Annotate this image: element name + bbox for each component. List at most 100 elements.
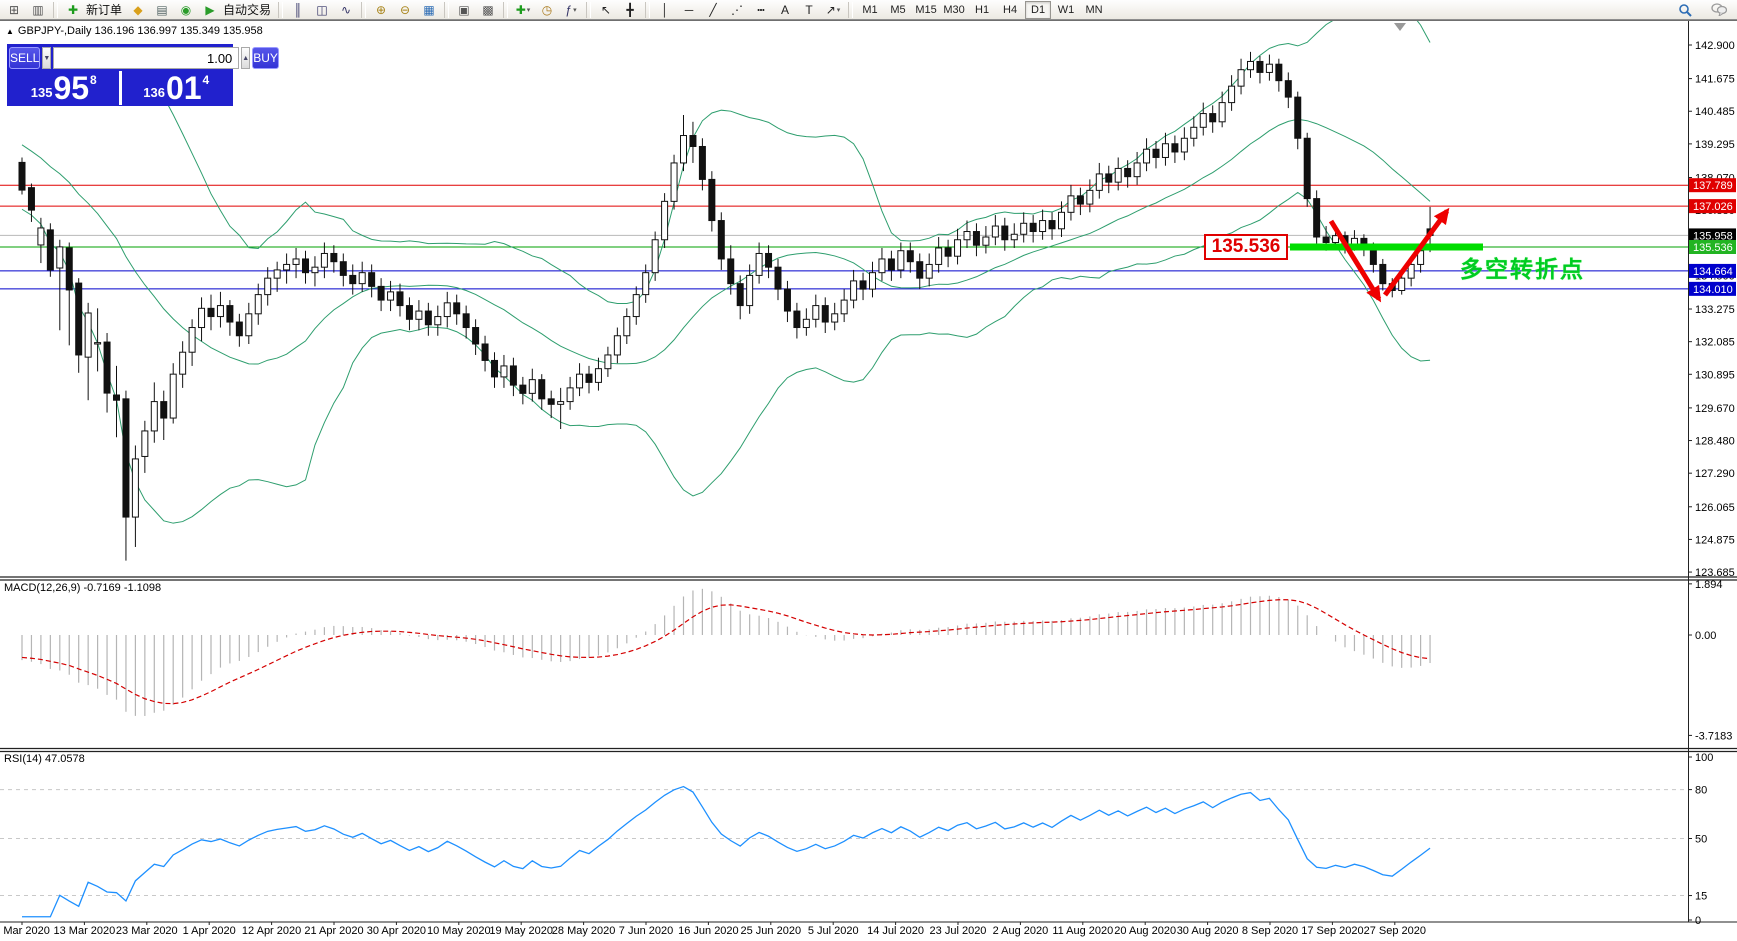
sell-button[interactable]: SELL (9, 47, 41, 69)
buy-price-prefix: 136 (143, 85, 165, 100)
profiles-button[interactable]: ▥ (26, 0, 50, 20)
buy-price[interactable]: 136 01 4 (121, 71, 231, 105)
svg-text:128.480: 128.480 (1695, 436, 1735, 448)
svg-text:11 Aug 2020: 11 Aug 2020 (1052, 925, 1113, 937)
strategy-tester-button[interactable]: ▤ (150, 0, 174, 20)
sell-price-prefix: 135 (30, 85, 53, 100)
svg-text:140.485: 140.485 (1695, 106, 1735, 118)
chart-canvas[interactable]: 142.900141.675140.485139.295138.070136.8… (0, 0, 1737, 941)
zoom-in-icon: ⊕ (376, 2, 387, 17)
line-chart-button[interactable]: ∿ (334, 0, 358, 20)
auto-trading-button[interactable]: ▶ (198, 0, 222, 20)
svg-text:123.685: 123.685 (1695, 567, 1735, 579)
data-window-button[interactable]: ▩ (476, 0, 500, 20)
horizontal-line-button[interactable]: ─ (677, 0, 701, 20)
svg-text:20 Aug 2020: 20 Aug 2020 (1114, 925, 1176, 937)
svg-text:1.894: 1.894 (1695, 579, 1723, 591)
volume-input[interactable] (53, 47, 240, 69)
vertical-line-button[interactable]: │ (653, 0, 677, 20)
main-toolbar: ⊞ ▥ ✚ 新订单 ◆ ▤ ◉ ▶ 自动交易 ║ ◫ ∿ ⊕ ⊖ ▦ ▣ ▩ ✚ ▾ ◷ ƒ ▾ ↖ ╋ │ ─ ╱ ⋰ ┅ A T ↗ ▾ M… (0, 0, 1737, 20)
sell-price[interactable]: 135 95 8 (9, 71, 119, 105)
signals-icon: ◉ (180, 2, 192, 17)
signals-button[interactable]: ◉ (174, 0, 198, 20)
svg-text:-3.7183: -3.7183 (1695, 730, 1732, 742)
rsi-indicator-label: RSI(14) 47.0578 (4, 753, 85, 765)
timeframe-w1-button[interactable]: W1 (1053, 1, 1079, 19)
svg-text:8 Sep 2020: 8 Sep 2020 (1242, 925, 1298, 937)
new-order-button[interactable]: ✚ (61, 0, 85, 20)
timeframe-m15-button[interactable]: M15 (913, 1, 939, 19)
sell-price-main: 95 (53, 70, 90, 106)
svg-text:142.900: 142.900 (1695, 40, 1735, 52)
candlestick-chart-button[interactable]: ◫ (310, 0, 334, 20)
zoom-out-button[interactable]: ⊖ (393, 0, 417, 20)
svg-text:126.065: 126.065 (1695, 502, 1735, 514)
fibonacci-button[interactable]: ⋰ (725, 0, 749, 20)
horizontal-line-icon: ─ (684, 2, 694, 17)
svg-text:129.670: 129.670 (1695, 403, 1735, 415)
text-label-button[interactable]: T (797, 0, 821, 20)
support-zone-bar[interactable] (1290, 243, 1483, 251)
timeframe-toolbar: M1 M5 M15 M30 H1 H4 D1 W1 MN (856, 0, 1108, 19)
volume-decrease-button[interactable]: ▼ (42, 47, 52, 69)
tile-windows-button[interactable]: ▦ (417, 0, 441, 20)
toolbar-separator (53, 1, 58, 18)
timeframe-h1-button[interactable]: H1 (969, 1, 995, 19)
timeframe-h4-button[interactable]: H4 (997, 1, 1023, 19)
candlestick-chart-icon: ◫ (316, 2, 328, 17)
svg-text:135.536: 135.536 (1693, 242, 1733, 254)
svg-text:10 May 2020: 10 May 2020 (427, 925, 491, 937)
svg-text:27 Sep 2020: 27 Sep 2020 (1364, 925, 1426, 937)
search-icon[interactable] (1673, 0, 1697, 20)
svg-text:7 Jun 2020: 7 Jun 2020 (619, 925, 673, 937)
data-window-icon: ▩ (482, 2, 494, 17)
bar-chart-button[interactable]: ║ (286, 0, 310, 20)
text-label-icon: T (805, 2, 813, 17)
svg-text:132.085: 132.085 (1695, 337, 1735, 349)
dropdown-arrow-icon: ▾ (836, 6, 841, 14)
indicators-button[interactable]: ƒ ▾ (559, 0, 583, 20)
svg-text:25 Jun 2020: 25 Jun 2020 (741, 925, 802, 937)
timeframe-mn-button[interactable]: MN (1081, 1, 1107, 19)
buy-button[interactable]: BUY (252, 47, 279, 69)
svg-text:127.290: 127.290 (1695, 468, 1735, 480)
new-order-icon: ✚ (67, 2, 79, 17)
svg-text:124.875: 124.875 (1695, 534, 1735, 546)
svg-text:2 Aug 2020: 2 Aug 2020 (993, 925, 1049, 937)
svg-text:13 Mar 2020: 13 Mar 2020 (54, 925, 116, 937)
turning-point-annotation[interactable]: 多空转折点 (1460, 250, 1585, 284)
symbol-title-text: GBPJPY-,Daily 136.196 136.997 135.349 13… (17, 25, 263, 37)
chat-icon[interactable] (1707, 0, 1731, 20)
period-clock-button[interactable]: ◷ (535, 0, 559, 20)
timeframe-m5-button[interactable]: M5 (885, 1, 911, 19)
dropdown-arrow-icon: ▾ (526, 6, 531, 14)
macd-indicator-label: MACD(12,26,9) -0.7169 -1.1098 (4, 582, 162, 594)
timeframe-m1-button[interactable]: M1 (857, 1, 883, 19)
text-button[interactable]: A (773, 0, 797, 20)
timeframe-d1-button[interactable]: D1 (1025, 0, 1052, 19)
new-order-label: 新订单 (86, 3, 123, 17)
timeframe-m30-button[interactable]: M30 (941, 1, 967, 19)
svg-text:139.295: 139.295 (1695, 139, 1735, 151)
arrange-windows-button[interactable]: ▣ (452, 0, 476, 20)
fibo-grid-button[interactable]: ┅ (749, 0, 773, 20)
bar-chart-icon: ║ (293, 2, 303, 17)
volume-increase-button[interactable]: ▲ (241, 47, 251, 69)
symbol-collapse-icon[interactable]: ▲ (6, 27, 14, 36)
crosshair-button[interactable]: ╋ (618, 0, 642, 20)
svg-text:16 Jun 2020: 16 Jun 2020 (678, 925, 739, 937)
zoom-in-button[interactable]: ⊕ (369, 0, 393, 20)
market-watch-button[interactable]: ◆ (126, 0, 150, 20)
new-chart-button[interactable]: ⊞ (2, 0, 26, 20)
svg-text:23 Jul 2020: 23 Jul 2020 (930, 925, 987, 937)
svg-text:23 Mar 2020: 23 Mar 2020 (116, 925, 178, 937)
trendline-button[interactable]: ╱ (701, 0, 725, 20)
support-price-label[interactable]: 135.536 (1204, 234, 1288, 260)
svg-text:0: 0 (1695, 915, 1701, 927)
templates-button[interactable]: ✚ ▾ (511, 0, 535, 20)
cursor-button[interactable]: ↖ (594, 0, 618, 20)
arrow-tools-button[interactable]: ↗ ▾ (821, 0, 845, 20)
date-axis: 4 Mar 2020 13 Mar 202023 Mar 2020 1 Apr 20… (0, 922, 1426, 937)
tile-windows-icon: ▦ (423, 2, 435, 17)
svg-text:134.010: 134.010 (1693, 284, 1733, 296)
